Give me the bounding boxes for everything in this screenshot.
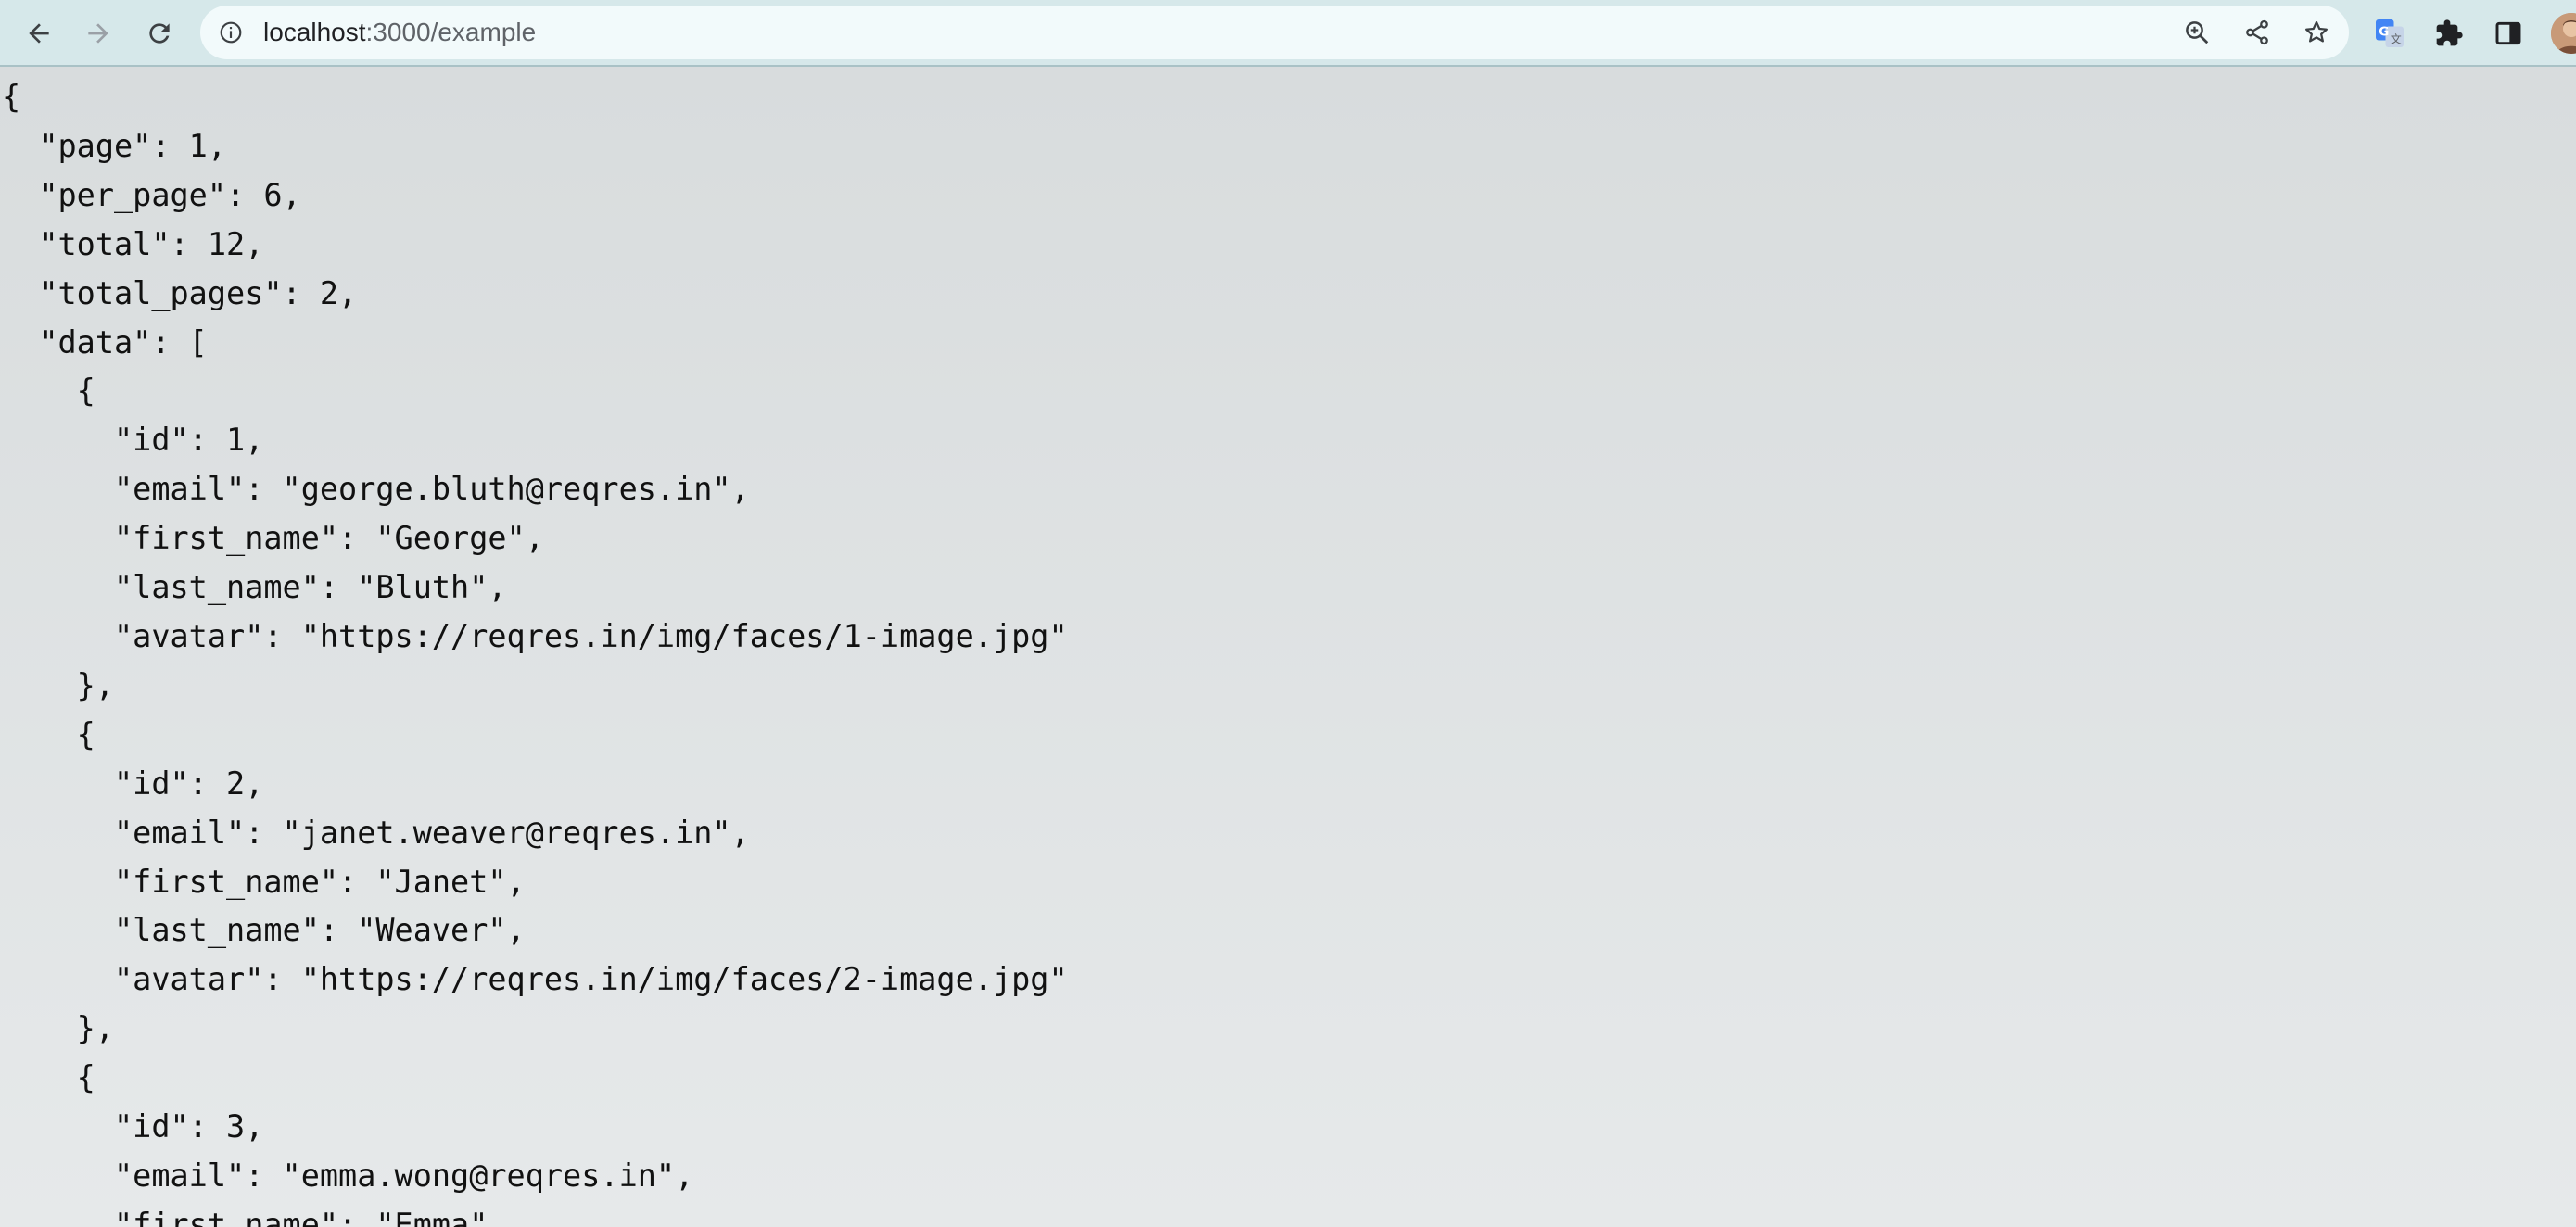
avatar[interactable] (2551, 13, 2576, 54)
json-line: "data": [ (2, 323, 208, 361)
info-icon (220, 21, 242, 44)
browser-toolbar: localhost:3000/example G 文 (0, 0, 2576, 67)
json-line: "id": 3, (2, 1108, 264, 1145)
bookmark-button[interactable] (2298, 14, 2335, 51)
address-url[interactable]: localhost:3000/example (263, 6, 536, 59)
json-line: "total_pages": 2, (2, 274, 358, 311)
google-translate-icon: G 文 (2376, 19, 2404, 47)
forward-button[interactable] (76, 11, 121, 56)
puzzle-icon (2436, 19, 2463, 46)
json-line: "id": 1, (2, 422, 264, 459)
json-line: "first_name": "Janet", (2, 863, 526, 900)
json-line: { (2, 1059, 95, 1096)
json-line: "avatar": "https://reqres.in/img/faces/1… (2, 617, 1068, 654)
star-icon (2305, 20, 2328, 43)
json-line: "email": "emma.wong@reqres.in", (2, 1157, 694, 1194)
page-content: { "page": 1, "per_page": 6, "total": 12,… (0, 67, 2576, 1227)
side-panel-icon (2495, 21, 2521, 45)
json-line: "last_name": "Weaver", (2, 912, 526, 949)
json-line: { (2, 373, 95, 410)
address-bar[interactable]: localhost:3000/example (200, 6, 2349, 59)
forward-arrow-icon (88, 23, 108, 44)
site-info-button[interactable] (219, 20, 243, 44)
share-icon (2246, 19, 2268, 45)
reload-button[interactable] (137, 11, 182, 56)
share-button[interactable] (2239, 14, 2276, 51)
json-line: "last_name": "Bluth", (2, 569, 507, 606)
json-line: "first_name": "George", (2, 520, 544, 557)
zoom-button[interactable] (2178, 14, 2215, 51)
json-line: "page": 1, (2, 127, 227, 164)
json-line: "email": "george.bluth@reqres.in", (2, 471, 750, 508)
json-line: "email": "janet.weaver@reqres.in", (2, 814, 750, 851)
extensions-button[interactable] (2429, 13, 2469, 54)
json-line: "first_name": "Emma", (2, 1206, 507, 1227)
url-path: :3000/example (365, 18, 537, 46)
profile-avatar-icon (2551, 13, 2576, 54)
svg-text:G: G (2379, 24, 2389, 39)
json-line: }, (2, 666, 115, 703)
json-viewer: { "page": 1, "per_page": 6, "total": 12,… (2, 73, 1068, 1227)
json-line: }, (2, 1010, 115, 1047)
reload-icon (149, 23, 170, 44)
json-line: "avatar": "https://reqres.in/img/faces/2… (2, 961, 1068, 998)
json-line: "per_page": 6, (2, 176, 301, 213)
google-translate-extension[interactable]: G 文 (2369, 13, 2410, 54)
json-line: { (2, 715, 95, 753)
url-host: localhost (263, 18, 366, 46)
zoom-icon (2186, 21, 2209, 44)
json-line: { (2, 79, 21, 115)
side-panel-button[interactable] (2488, 13, 2529, 54)
json-line: "id": 2, (2, 765, 264, 802)
svg-text:文: 文 (2391, 32, 2402, 46)
back-button[interactable] (17, 11, 61, 56)
back-arrow-icon (29, 23, 49, 44)
json-line: "total": 12, (2, 225, 264, 262)
